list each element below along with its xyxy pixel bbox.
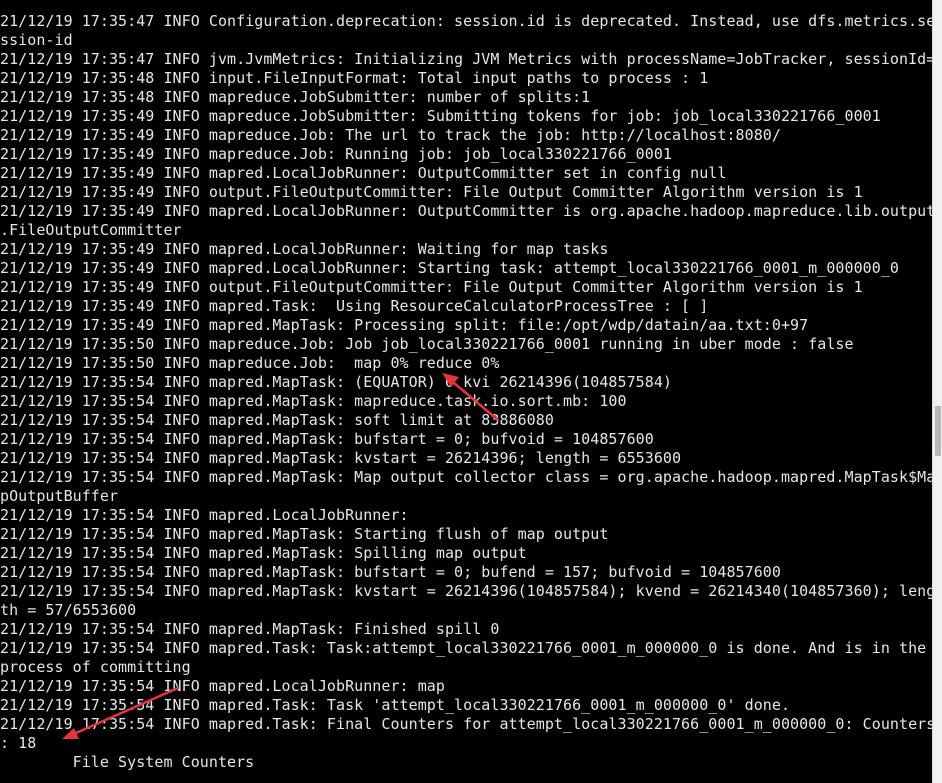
log-line: 21/12/19 17:35:54 INFO mapred.MapTask: M… — [0, 468, 932, 486]
log-line: 21/12/19 17:35:47 INFO jvm.JvmMetrics: I… — [0, 50, 932, 68]
log-line: 21/12/19 17:35:48 INFO input.FileInputFo… — [0, 69, 709, 87]
log-line: 21/12/19 17:35:49 INFO mapred.MapTask: P… — [0, 316, 809, 334]
log-line: .FileOutputCommitter — [0, 221, 182, 239]
log-line: 21/12/19 17:35:49 INFO mapred.Task: Usin… — [0, 297, 709, 315]
log-line: File System Counters — [0, 753, 255, 771]
log-line: 21/12/19 17:35:54 INFO mapred.MapTask: m… — [0, 392, 627, 410]
log-line: 21/12/19 17:35:54 INFO mapred.LocalJobRu… — [0, 677, 445, 695]
log-line: 21/12/19 17:35:54 INFO mapred.Task: Fina… — [0, 715, 932, 733]
log-line: 21/12/19 17:35:49 INFO mapreduce.Job: Th… — [0, 126, 781, 144]
log-line: process of committing — [0, 658, 191, 676]
log-line: 21/12/19 17:35:50 INFO mapreduce.Job: ma… — [0, 354, 500, 372]
log-line: 21/12/19 17:35:49 INFO mapreduce.Job: Ru… — [0, 145, 672, 163]
log-line: 21/12/19 17:35:54 INFO mapred.MapTask: s… — [0, 411, 554, 429]
log-line: 21/12/19 17:35:54 INFO mapred.Task: Task… — [0, 639, 927, 657]
log-line: th = 57/6553600 — [0, 601, 137, 619]
log-line: 21/12/19 17:35:54 INFO mapred.LocalJobRu… — [0, 506, 409, 524]
terminal-output: 21/12/19 17:35:47 INFO Configuration.dep… — [0, 12, 932, 772]
log-line: 21/12/19 17:35:48 INFO mapreduce.JobSubm… — [0, 88, 591, 106]
log-line: 21/12/19 17:35:54 INFO mapred.MapTask: b… — [0, 430, 654, 448]
log-line: 21/12/19 17:35:49 INFO mapred.LocalJobRu… — [0, 202, 932, 220]
log-line: 21/12/19 17:35:49 INFO output.FileOutput… — [0, 183, 863, 201]
log-line: 21/12/19 17:35:54 INFO mapred.MapTask: S… — [0, 525, 609, 543]
log-line: pOutputBuffer — [0, 487, 119, 505]
log-line: 21/12/19 17:35:49 INFO mapred.LocalJobRu… — [0, 259, 899, 277]
log-line: : 18 — [0, 734, 37, 752]
log-line: ssion-id — [0, 31, 73, 49]
log-line: 21/12/19 17:35:54 INFO mapred.MapTask: S… — [0, 544, 527, 562]
scrollbar-thumb[interactable] — [935, 406, 941, 456]
vertical-scrollbar[interactable] — [932, 0, 942, 783]
log-line: 21/12/19 17:35:47 INFO Configuration.dep… — [0, 12, 932, 30]
log-line: 21/12/19 17:35:49 INFO mapred.LocalJobRu… — [0, 164, 727, 182]
log-line: 21/12/19 17:35:54 INFO mapred.Task: Task… — [0, 696, 791, 714]
log-line: 21/12/19 17:35:49 INFO mapred.LocalJobRu… — [0, 240, 609, 258]
log-line: 21/12/19 17:35:54 INFO mapred.MapTask: k… — [0, 582, 932, 600]
log-line: 21/12/19 17:35:49 INFO mapreduce.JobSubm… — [0, 107, 881, 125]
log-line: 21/12/19 17:35:49 INFO output.FileOutput… — [0, 278, 863, 296]
terminal-window[interactable]: 21/12/19 17:35:47 INFO Configuration.dep… — [0, 0, 932, 783]
log-line: 21/12/19 17:35:50 INFO mapreduce.Job: Jo… — [0, 335, 854, 353]
log-line: 21/12/19 17:35:54 INFO mapred.MapTask: F… — [0, 620, 500, 638]
log-line: 21/12/19 17:35:54 INFO mapred.MapTask: (… — [0, 373, 672, 391]
log-line: 21/12/19 17:35:54 INFO mapred.MapTask: b… — [0, 563, 781, 581]
log-line: 21/12/19 17:35:54 INFO mapred.MapTask: k… — [0, 449, 682, 467]
